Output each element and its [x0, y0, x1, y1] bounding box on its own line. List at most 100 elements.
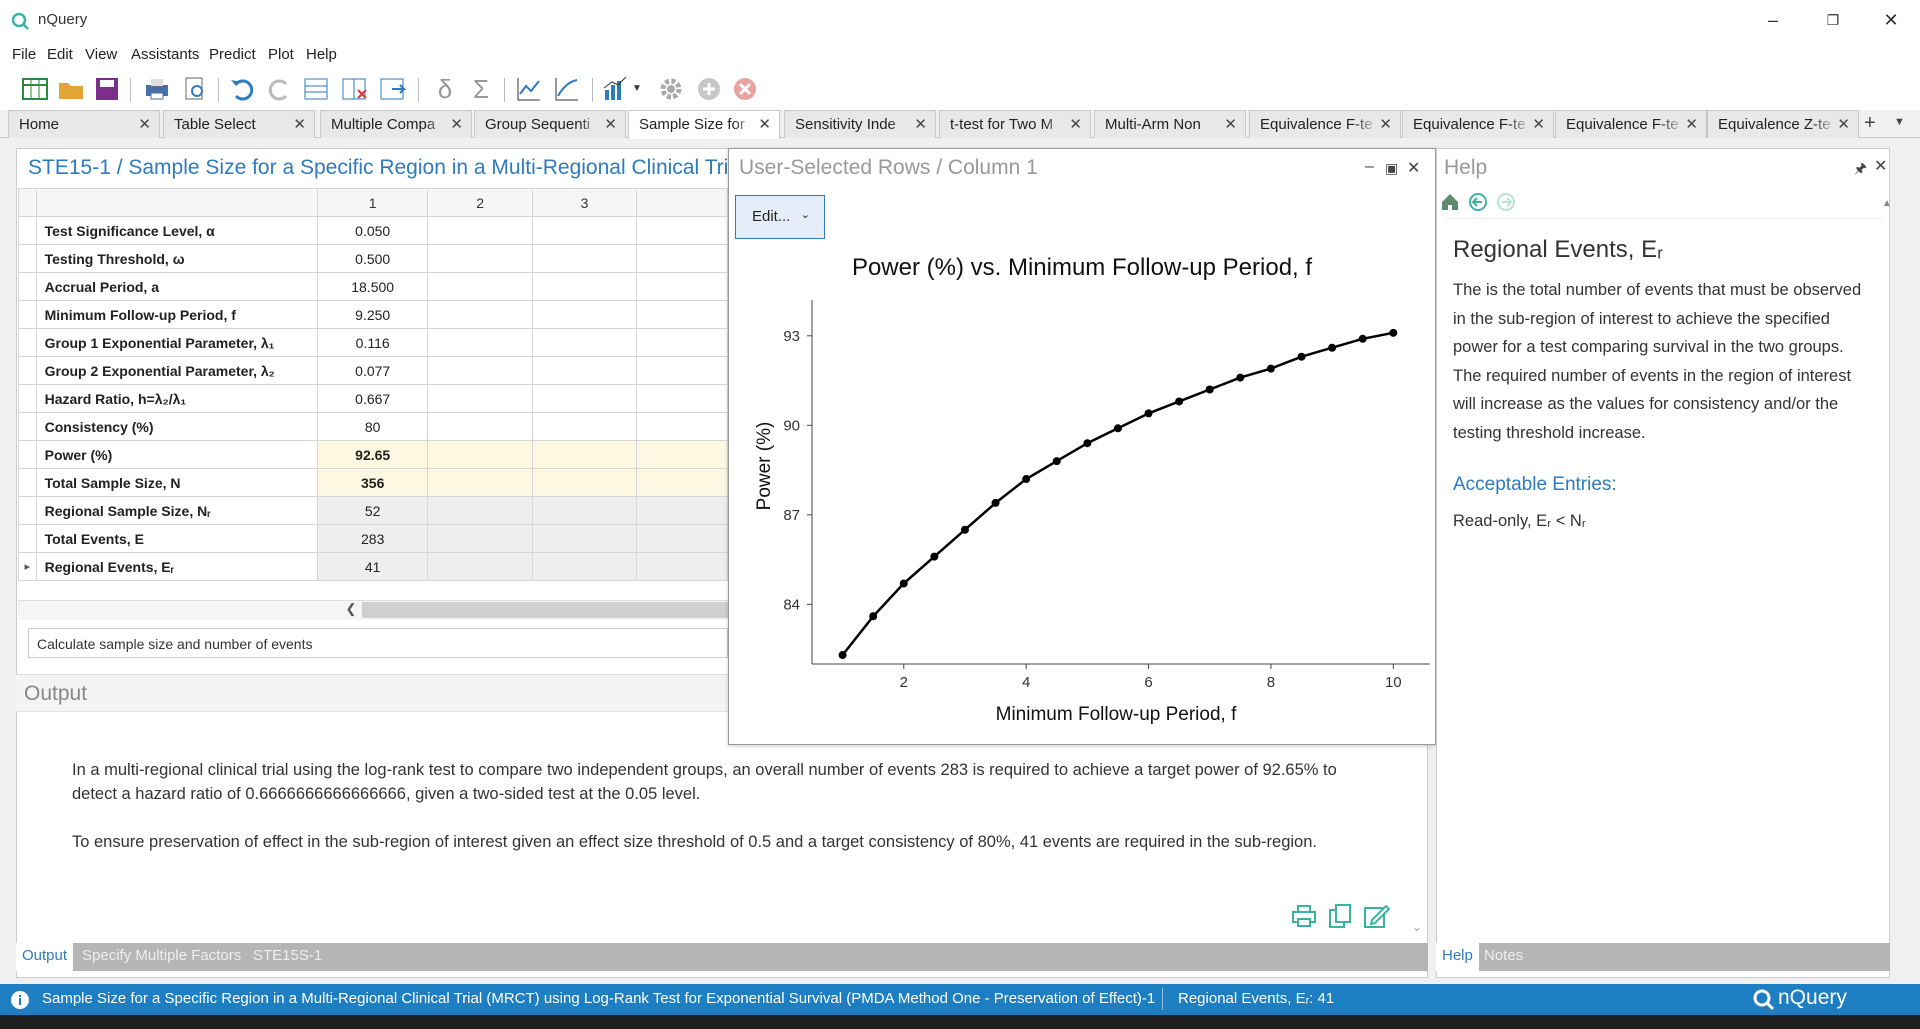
document-tab[interactable]: Table Select ✕ — [163, 110, 315, 138]
cell-value[interactable]: 18.500 — [316, 272, 429, 301]
chevron-down-icon[interactable]: ▼ — [632, 74, 646, 104]
tab-output[interactable]: Output — [16, 943, 74, 971]
menu-view[interactable]: View — [85, 46, 117, 63]
menu-assistants[interactable]: Assistants — [131, 46, 199, 63]
empty-cell[interactable] — [531, 244, 638, 273]
empty-cell[interactable] — [427, 496, 533, 525]
menu-edit[interactable]: Edit — [47, 46, 73, 63]
document-tab[interactable]: Equivalence F-te ✕ — [1249, 110, 1401, 138]
curve-plot-icon[interactable] — [552, 74, 582, 104]
save-icon[interactable] — [92, 74, 122, 104]
edit-dropdown-button[interactable]: Edit... ⌄ — [735, 195, 825, 239]
delta-icon[interactable]: δ — [430, 74, 460, 104]
close-window-button[interactable]: ✕ — [1868, 6, 1914, 34]
cell-value[interactable]: 283 — [316, 524, 429, 553]
document-tab[interactable]: Equivalence F-te ✕ — [1555, 110, 1707, 138]
add-icon[interactable] — [694, 74, 724, 104]
document-tab[interactable]: Sensitivity Inde ✕ — [784, 110, 936, 138]
chart-maximize-button[interactable]: ▣ — [1385, 160, 1398, 177]
cell-value[interactable]: 52 — [316, 496, 429, 525]
empty-cell[interactable] — [427, 468, 533, 497]
empty-cell[interactable] — [531, 356, 638, 385]
empty-cell[interactable] — [531, 412, 638, 441]
edit-output-icon[interactable] — [1362, 902, 1390, 930]
tab-list-chevron-icon[interactable]: ▼ — [1894, 116, 1905, 128]
tab-close-icon[interactable]: ✕ — [450, 115, 463, 133]
gear-icon[interactable] — [656, 74, 686, 104]
calculate-selector[interactable]: Calculate sample size and number of even… — [28, 628, 728, 658]
chart-minimize-button[interactable]: – — [1365, 158, 1374, 176]
empty-cell[interactable] — [531, 328, 638, 357]
scrollbar-thumb[interactable] — [362, 602, 728, 618]
undo-icon[interactable] — [228, 74, 258, 104]
document-tab[interactable]: Group Sequenti ✕ — [474, 110, 626, 138]
chart-close-button[interactable]: ✕ — [1407, 158, 1420, 178]
scroll-left-icon[interactable]: ❮ — [340, 601, 362, 619]
empty-cell[interactable] — [427, 524, 533, 553]
empty-cell[interactable] — [427, 412, 533, 441]
menu-predict[interactable]: Predict — [209, 46, 256, 63]
empty-cell[interactable] — [531, 524, 638, 553]
cell-value[interactable]: 0.667 — [316, 384, 429, 413]
cell-value[interactable]: 41 — [316, 552, 429, 581]
cell-value[interactable]: 0.077 — [316, 356, 429, 385]
empty-cell[interactable] — [636, 300, 728, 329]
empty-cell[interactable] — [427, 216, 533, 245]
tab-ste15s-1[interactable]: STE15S-1 — [253, 947, 322, 964]
empty-cell[interactable] — [427, 384, 533, 413]
tab-close-icon[interactable]: ✕ — [293, 115, 306, 133]
empty-cell[interactable] — [427, 440, 533, 469]
document-tab[interactable]: Equivalence F-te ✕ — [1402, 110, 1554, 138]
help-close-button[interactable]: ✕ — [1874, 156, 1887, 176]
cell-value[interactable]: 356 — [316, 468, 429, 497]
tab-close-icon[interactable]: ✕ — [1069, 115, 1082, 133]
new-table-icon[interactable] — [20, 74, 50, 104]
empty-cell[interactable] — [531, 216, 638, 245]
document-tab[interactable]: Sample Size for ✕ — [628, 110, 780, 139]
empty-cell[interactable] — [636, 356, 728, 385]
empty-cell[interactable] — [636, 552, 728, 581]
cell-value[interactable]: 80 — [316, 412, 429, 441]
menu-plot[interactable]: Plot — [268, 46, 294, 63]
cell-value[interactable]: 0.050 — [316, 216, 429, 245]
empty-cell[interactable] — [636, 496, 728, 525]
document-tab[interactable]: Multi-Arm Non ✕ — [1094, 110, 1246, 138]
line-plot-icon[interactable] — [514, 74, 544, 104]
empty-cell[interactable] — [636, 328, 728, 357]
empty-cell[interactable] — [636, 524, 728, 553]
tab-close-icon[interactable]: ✕ — [914, 115, 927, 133]
document-tab[interactable]: t-test for Two M ✕ — [939, 110, 1091, 138]
empty-cell[interactable] — [636, 216, 728, 245]
empty-cell[interactable] — [427, 328, 533, 357]
cell-value[interactable]: 92.65 — [316, 440, 429, 469]
empty-cell[interactable] — [636, 468, 728, 497]
tab-close-icon[interactable]: ✕ — [1379, 115, 1392, 133]
tab-specify-multiple-factors[interactable]: Specify Multiple Factors — [82, 947, 241, 964]
tab-close-icon[interactable]: ✕ — [1532, 115, 1545, 133]
column-header[interactable] — [636, 188, 728, 217]
copy-output-icon[interactable] — [1326, 902, 1354, 930]
column-header[interactable]: 1 — [316, 188, 429, 217]
tab-close-icon[interactable]: ✕ — [1224, 115, 1237, 133]
empty-cell[interactable] — [427, 356, 533, 385]
column-header[interactable]: 2 — [427, 188, 533, 217]
menu-help[interactable]: Help — [306, 46, 337, 63]
menu-file[interactable]: File — [12, 46, 36, 63]
minimize-button[interactable]: – — [1750, 6, 1796, 34]
empty-cell[interactable] — [531, 300, 638, 329]
document-tab[interactable]: Home ✕ — [8, 110, 160, 138]
empty-cell[interactable] — [636, 412, 728, 441]
tab-notes[interactable]: Notes — [1484, 947, 1523, 964]
empty-cell[interactable] — [531, 272, 638, 301]
empty-cell[interactable] — [531, 552, 638, 581]
cancel-icon[interactable] — [730, 74, 760, 104]
empty-cell[interactable] — [531, 496, 638, 525]
open-folder-icon[interactable] — [56, 74, 86, 104]
empty-cell[interactable] — [427, 300, 533, 329]
empty-cell[interactable] — [531, 468, 638, 497]
print-output-icon[interactable] — [1290, 902, 1318, 930]
tab-close-icon[interactable]: ✕ — [138, 115, 151, 133]
empty-cell[interactable] — [531, 440, 638, 469]
document-tab[interactable]: Multiple Compa ✕ — [320, 110, 472, 138]
empty-cell[interactable] — [427, 272, 533, 301]
